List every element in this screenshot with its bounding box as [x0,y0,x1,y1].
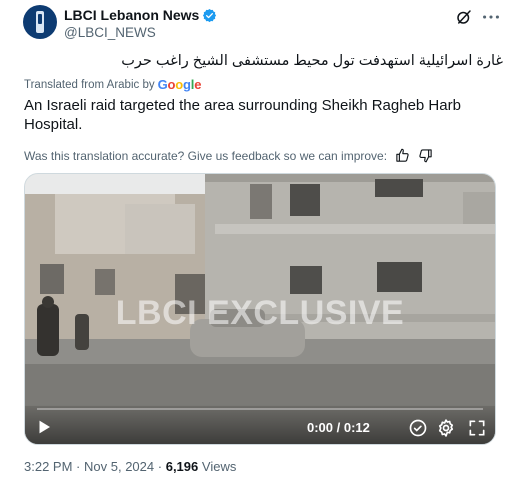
play-icon[interactable] [35,418,53,436]
translated-from-label: Translated from Arabic by [24,78,155,91]
thumbs-up-icon[interactable] [395,148,410,163]
more-icon[interactable] [480,6,502,28]
views-count: 6,196 [165,459,199,474]
google-logo: Google [157,77,202,92]
translation-feedback: Was this translation accurate? Give us f… [24,148,433,163]
author-name-row[interactable]: LBCI Lebanon News [64,7,217,24]
post-time[interactable]: 3:22 PM [24,459,72,474]
original-text: غارة اسرائيلية استهدفت تول محيط مستشفى ا… [121,53,503,69]
verified-badge-icon [203,8,217,23]
author-handle[interactable]: @LBCI_NEWS [64,24,156,41]
video-progress-bar[interactable] [37,408,483,410]
settings-icon[interactable] [436,418,456,438]
fullscreen-icon[interactable] [467,418,487,438]
grok-icon[interactable] [455,8,473,26]
author-display-name[interactable]: LBCI Lebanon News [64,7,199,24]
captions-icon[interactable] [408,418,428,438]
video-watermark: LBCI EXCLUSIVE [115,294,405,332]
video-controls: 0:00 / 0:12 [25,404,495,444]
translated-text: An Israeli raid targeted the area surrou… [24,97,461,133]
avatar[interactable] [23,5,57,39]
meta-separator: · [76,459,81,474]
post-date[interactable]: Nov 5, 2024 [84,459,154,474]
thumbs-down-icon[interactable] [418,148,433,163]
views-label: Views [201,459,237,474]
video-time: 0:00 / 0:12 [307,420,370,435]
feedback-prompt: Was this translation accurate? Give us f… [24,148,388,163]
lbci-logo-icon [36,11,44,33]
tweet: LBCI Lebanon News @LBCI_NEWS غارة اسرائي… [0,0,527,487]
tweet-meta: 3:22 PM · Nov 5, 2024 · 6,196 Views [24,459,236,474]
video-player[interactable]: LBCI EXCLUSIVE 0:00 / 0:12 [24,173,496,445]
meta-separator: · [157,459,163,474]
translation-attribution: Translated from Arabic by Google [24,77,201,92]
